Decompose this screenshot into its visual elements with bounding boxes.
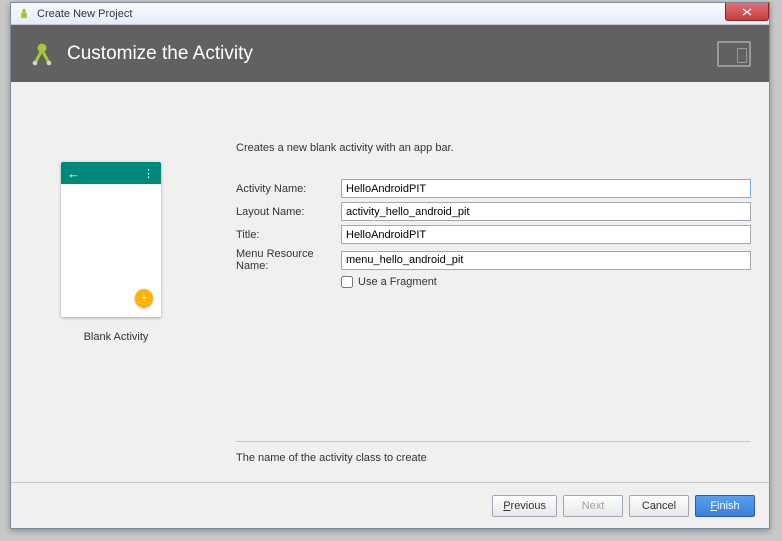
form-description: Creates a new blank activity with an app… (236, 142, 751, 154)
mockup-appbar: ← ⋮ (61, 162, 161, 184)
device-preview-icon (717, 41, 751, 67)
use-fragment-checkbox[interactable] (341, 276, 353, 288)
content-area: ← ⋮ + Blank Activity Creates a new blank… (11, 82, 769, 482)
title-input[interactable] (341, 225, 751, 244)
template-preview: ← ⋮ + Blank Activity (61, 162, 171, 343)
cancel-button[interactable]: Cancel (629, 495, 689, 517)
use-fragment-row: Use a Fragment (341, 276, 751, 288)
use-fragment-label[interactable]: Use a Fragment (358, 276, 437, 288)
back-arrow-icon: ← (67, 166, 80, 181)
hint-text: The name of the activity class to create (236, 452, 751, 464)
app-icon (17, 7, 31, 21)
title-label: Title: (236, 229, 341, 241)
overflow-menu-icon: ⋮ (143, 167, 155, 180)
menu-resource-row: Menu Resource Name: (236, 248, 751, 272)
layout-name-input[interactable] (341, 202, 751, 221)
window-title: Create New Project (37, 8, 132, 20)
titlebar[interactable]: Create New Project (11, 3, 769, 25)
fab-icon: + (135, 289, 153, 307)
hint-area: The name of the activity class to create (236, 441, 751, 464)
form-area: Creates a new blank activity with an app… (236, 142, 751, 288)
activity-name-label: Activity Name: (236, 183, 341, 195)
menu-resource-label: Menu Resource Name: (236, 248, 341, 272)
phone-mockup: ← ⋮ + (61, 162, 161, 317)
footer: Previous Next Cancel Finish (11, 482, 769, 528)
finish-button[interactable]: Finish (695, 495, 755, 517)
banner-title: Customize the Activity (67, 43, 253, 65)
previous-button[interactable]: Previous (492, 495, 557, 517)
dialog-window: Create New Project Customize the Activit… (10, 2, 770, 529)
activity-name-input[interactable] (341, 179, 751, 198)
previous-rest: revious (511, 500, 546, 512)
banner: Customize the Activity (11, 25, 769, 82)
layout-name-row: Layout Name: (236, 202, 751, 221)
layout-name-label: Layout Name: (236, 206, 341, 218)
menu-resource-input[interactable] (341, 251, 751, 270)
activity-name-row: Activity Name: (236, 179, 751, 198)
close-button[interactable] (725, 3, 769, 21)
android-studio-logo-icon (27, 39, 57, 69)
next-button: Next (563, 495, 623, 517)
title-row: Title: (236, 225, 751, 244)
finish-rest: inish (717, 500, 740, 512)
template-caption: Blank Activity (61, 331, 171, 343)
